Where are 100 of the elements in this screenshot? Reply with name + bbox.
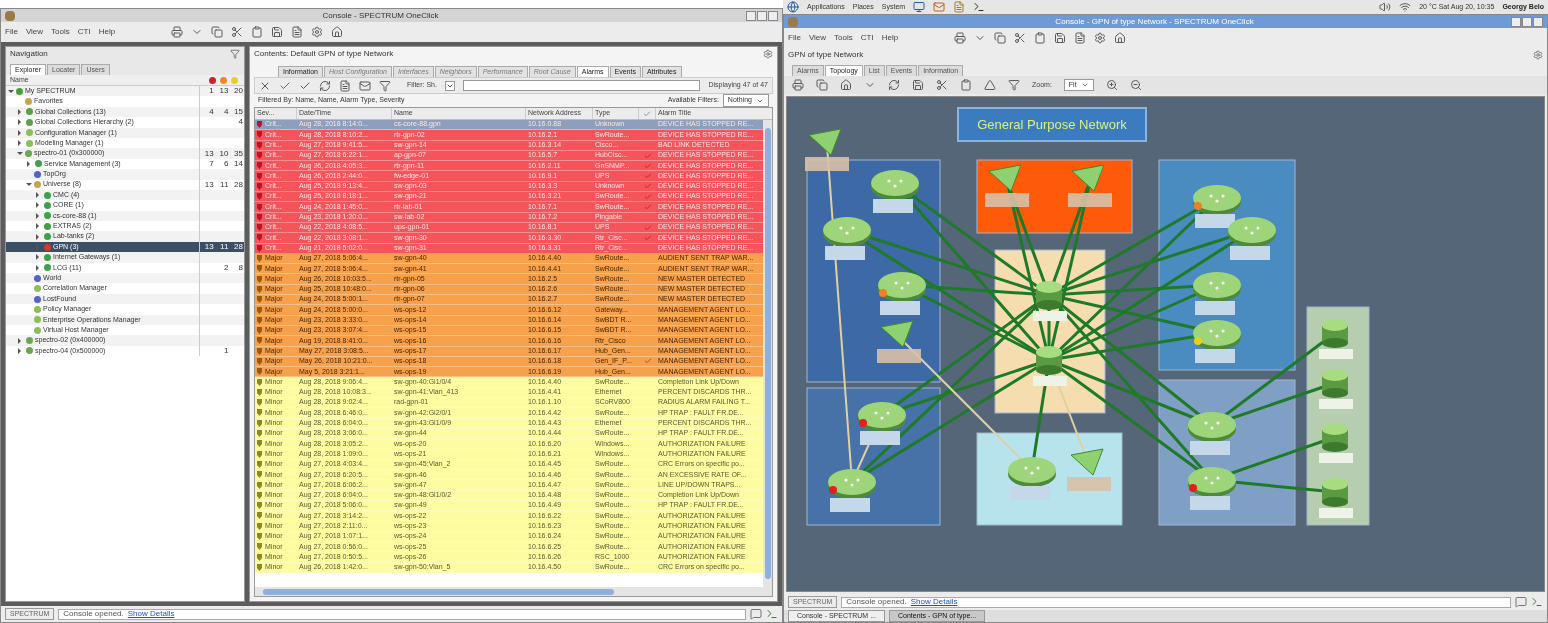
switch-node[interactable] [1033, 346, 1067, 386]
menu-item[interactable]: File [788, 32, 801, 44]
funnel-icon[interactable] [379, 79, 391, 92]
window-control-button[interactable] [1511, 16, 1521, 27]
funnel-icon[interactable] [1008, 79, 1020, 91]
router-node[interactable] [871, 170, 919, 213]
funnel-icon[interactable] [230, 49, 240, 59]
menu-item[interactable]: CTI [77, 26, 91, 38]
router-node[interactable] [1188, 467, 1236, 510]
copy-icon[interactable] [211, 26, 224, 38]
monitor-icon[interactable] [913, 1, 926, 13]
printer-icon[interactable] [954, 32, 967, 44]
document-icon[interactable] [339, 79, 351, 92]
menu-item[interactable]: Help [881, 32, 899, 44]
document-icon[interactable] [953, 1, 966, 13]
settings-icon[interactable] [311, 26, 324, 38]
home-icon[interactable] [840, 79, 852, 91]
document-icon[interactable] [291, 26, 304, 38]
settings-icon[interactable] [1533, 50, 1543, 60]
triangle-icon[interactable] [984, 79, 996, 91]
alarm-count: 20 [234, 87, 243, 96]
router-node[interactable] [858, 402, 906, 445]
search-field[interactable] [462, 80, 701, 91]
network-icon[interactable] [1399, 1, 1412, 13]
refresh-icon[interactable] [319, 79, 331, 92]
menu-item[interactable]: Tools [834, 32, 853, 44]
scissors-icon[interactable] [936, 79, 948, 91]
check-icon[interactable] [643, 109, 651, 118]
home-icon[interactable] [331, 26, 344, 38]
router-node[interactable] [1188, 412, 1236, 455]
copy-icon[interactable] [994, 32, 1007, 44]
speaker-icon[interactable] [1379, 1, 1392, 13]
menu-item[interactable]: File [5, 26, 18, 38]
tree-node-icon [34, 326, 41, 334]
alarm-count: 11 [220, 243, 229, 252]
router-node[interactable] [828, 469, 876, 512]
router-node[interactable] [1008, 457, 1056, 500]
zoom-out-icon[interactable] [1129, 79, 1142, 91]
settings-icon[interactable] [763, 49, 773, 59]
router-node[interactable] [1193, 272, 1241, 315]
zoom-in-icon[interactable] [1105, 79, 1118, 91]
mail-icon[interactable] [359, 79, 371, 92]
access-point-node[interactable] [805, 128, 849, 171]
tree-node-icon [34, 170, 41, 178]
show-details-link[interactable]: Show Details [910, 598, 958, 606]
terminal-icon[interactable] [766, 608, 778, 620]
switch-node[interactable] [1319, 369, 1353, 409]
scissors-icon[interactable] [1014, 32, 1027, 44]
terminal-icon[interactable] [1531, 596, 1543, 608]
menu-item[interactable]: CTI [860, 32, 874, 44]
save-icon[interactable] [1054, 32, 1067, 44]
clipboard-icon[interactable] [960, 79, 972, 91]
switch-node[interactable] [1033, 281, 1067, 321]
horizontal-scrollbar[interactable] [255, 587, 772, 596]
access-point-node[interactable] [1068, 164, 1112, 207]
refresh-icon[interactable] [888, 79, 900, 91]
menu-item[interactable]: Help [98, 26, 116, 38]
router-node[interactable] [1193, 320, 1241, 363]
menu-item[interactable]: Tools [51, 26, 70, 38]
window-icon [788, 16, 798, 27]
menu-item[interactable]: View [808, 32, 827, 44]
scrollbar[interactable] [763, 120, 772, 587]
mail-icon[interactable] [933, 1, 946, 13]
window-control-button[interactable] [1522, 16, 1532, 27]
switch-node[interactable] [1319, 319, 1353, 359]
save-icon[interactable] [912, 79, 924, 91]
save-icon[interactable] [271, 26, 284, 38]
tree-node-icon [44, 233, 51, 241]
router-node[interactable] [1228, 217, 1276, 260]
settings-icon[interactable] [1094, 32, 1107, 44]
window-control-button[interactable] [1533, 16, 1543, 27]
router-node[interactable] [1193, 185, 1241, 228]
alarm-count: 11 [220, 180, 229, 189]
document-icon[interactable] [1074, 32, 1087, 44]
router-node[interactable] [878, 272, 926, 315]
terminal-icon[interactable] [973, 1, 986, 13]
menu-item[interactable]: View [25, 26, 44, 38]
window-control-button[interactable] [768, 10, 778, 21]
message-icon[interactable] [750, 608, 762, 620]
router-node[interactable] [823, 217, 871, 260]
clipboard-icon[interactable] [1034, 32, 1047, 44]
window-control-button[interactable] [757, 10, 767, 21]
home-icon[interactable] [1114, 32, 1127, 44]
printer-icon[interactable] [171, 26, 184, 38]
window-control-button[interactable] [746, 10, 756, 21]
tree-node-icon [25, 98, 32, 106]
switch-node[interactable] [1319, 423, 1353, 463]
show-details-link[interactable]: Show Details [127, 610, 175, 618]
access-point-node[interactable] [877, 320, 921, 363]
copy-icon[interactable] [816, 79, 828, 91]
access-point-node[interactable] [1067, 448, 1111, 491]
printer-icon[interactable] [792, 79, 804, 91]
alarm-count: 2 [223, 263, 229, 272]
access-point-node[interactable] [985, 164, 1029, 207]
globe-icon[interactable] [787, 1, 799, 13]
message-icon[interactable] [1515, 596, 1527, 608]
scissors-icon[interactable] [231, 26, 244, 38]
clipboard-icon[interactable] [251, 26, 264, 38]
filter-dropdown[interactable] [444, 80, 455, 91]
switch-node[interactable] [1319, 478, 1353, 518]
